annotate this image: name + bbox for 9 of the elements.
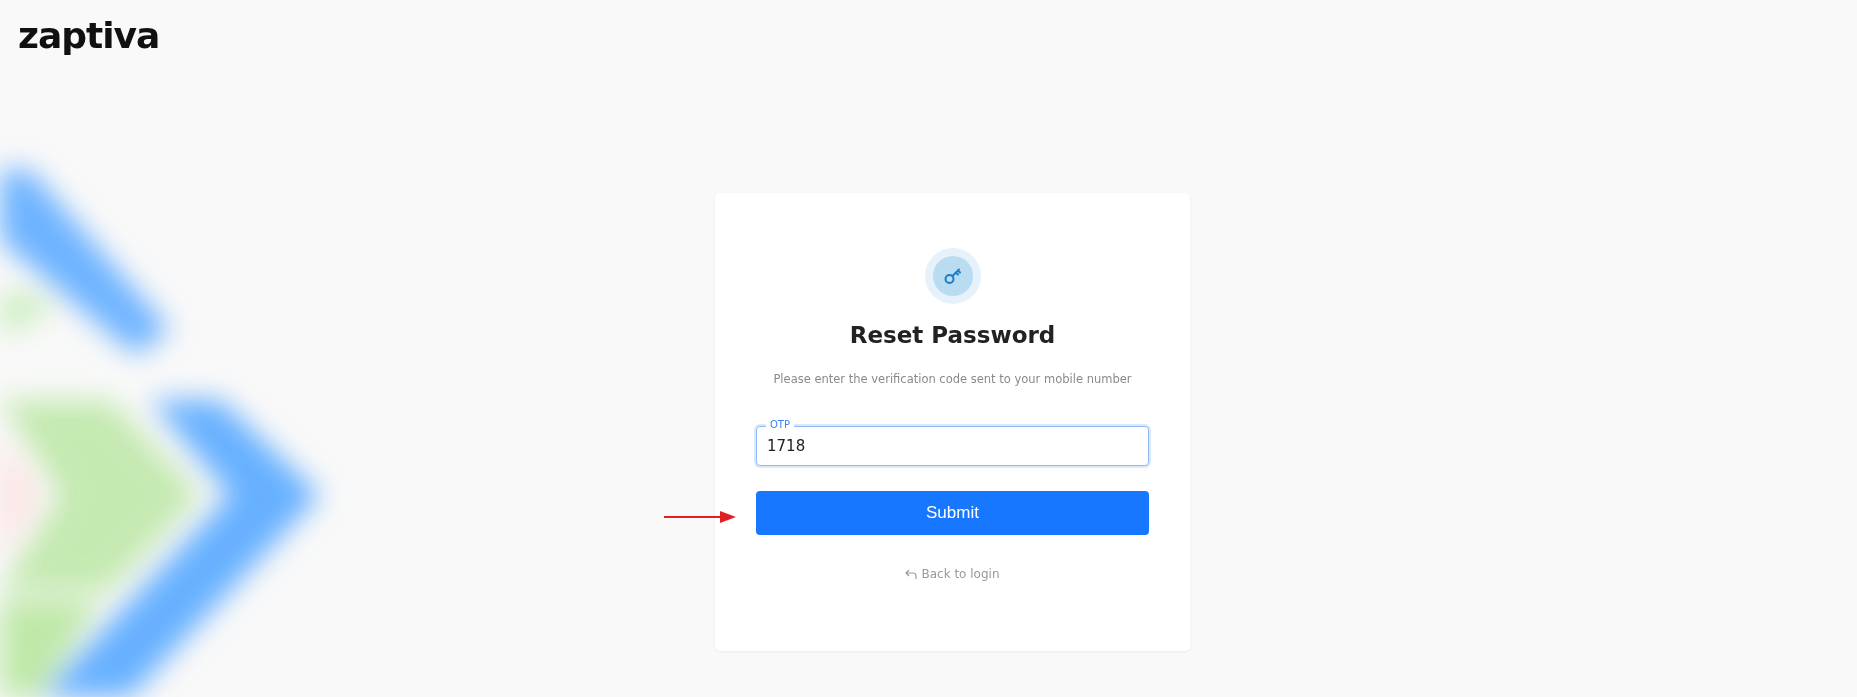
page-title: Reset Password [849,322,1056,348]
return-arrow-icon [905,569,918,579]
key-icon [924,248,981,304]
instruction-text: Please enter the verification code sent to your mobile number [773,372,1132,386]
back-to-login-link[interactable]: Back to login [905,567,1000,581]
pointer-arrow [664,510,736,524]
logo: zaptiva [18,14,160,58]
field-label: OTP [766,419,794,431]
submit-button[interactable]: Submit [756,491,1149,535]
